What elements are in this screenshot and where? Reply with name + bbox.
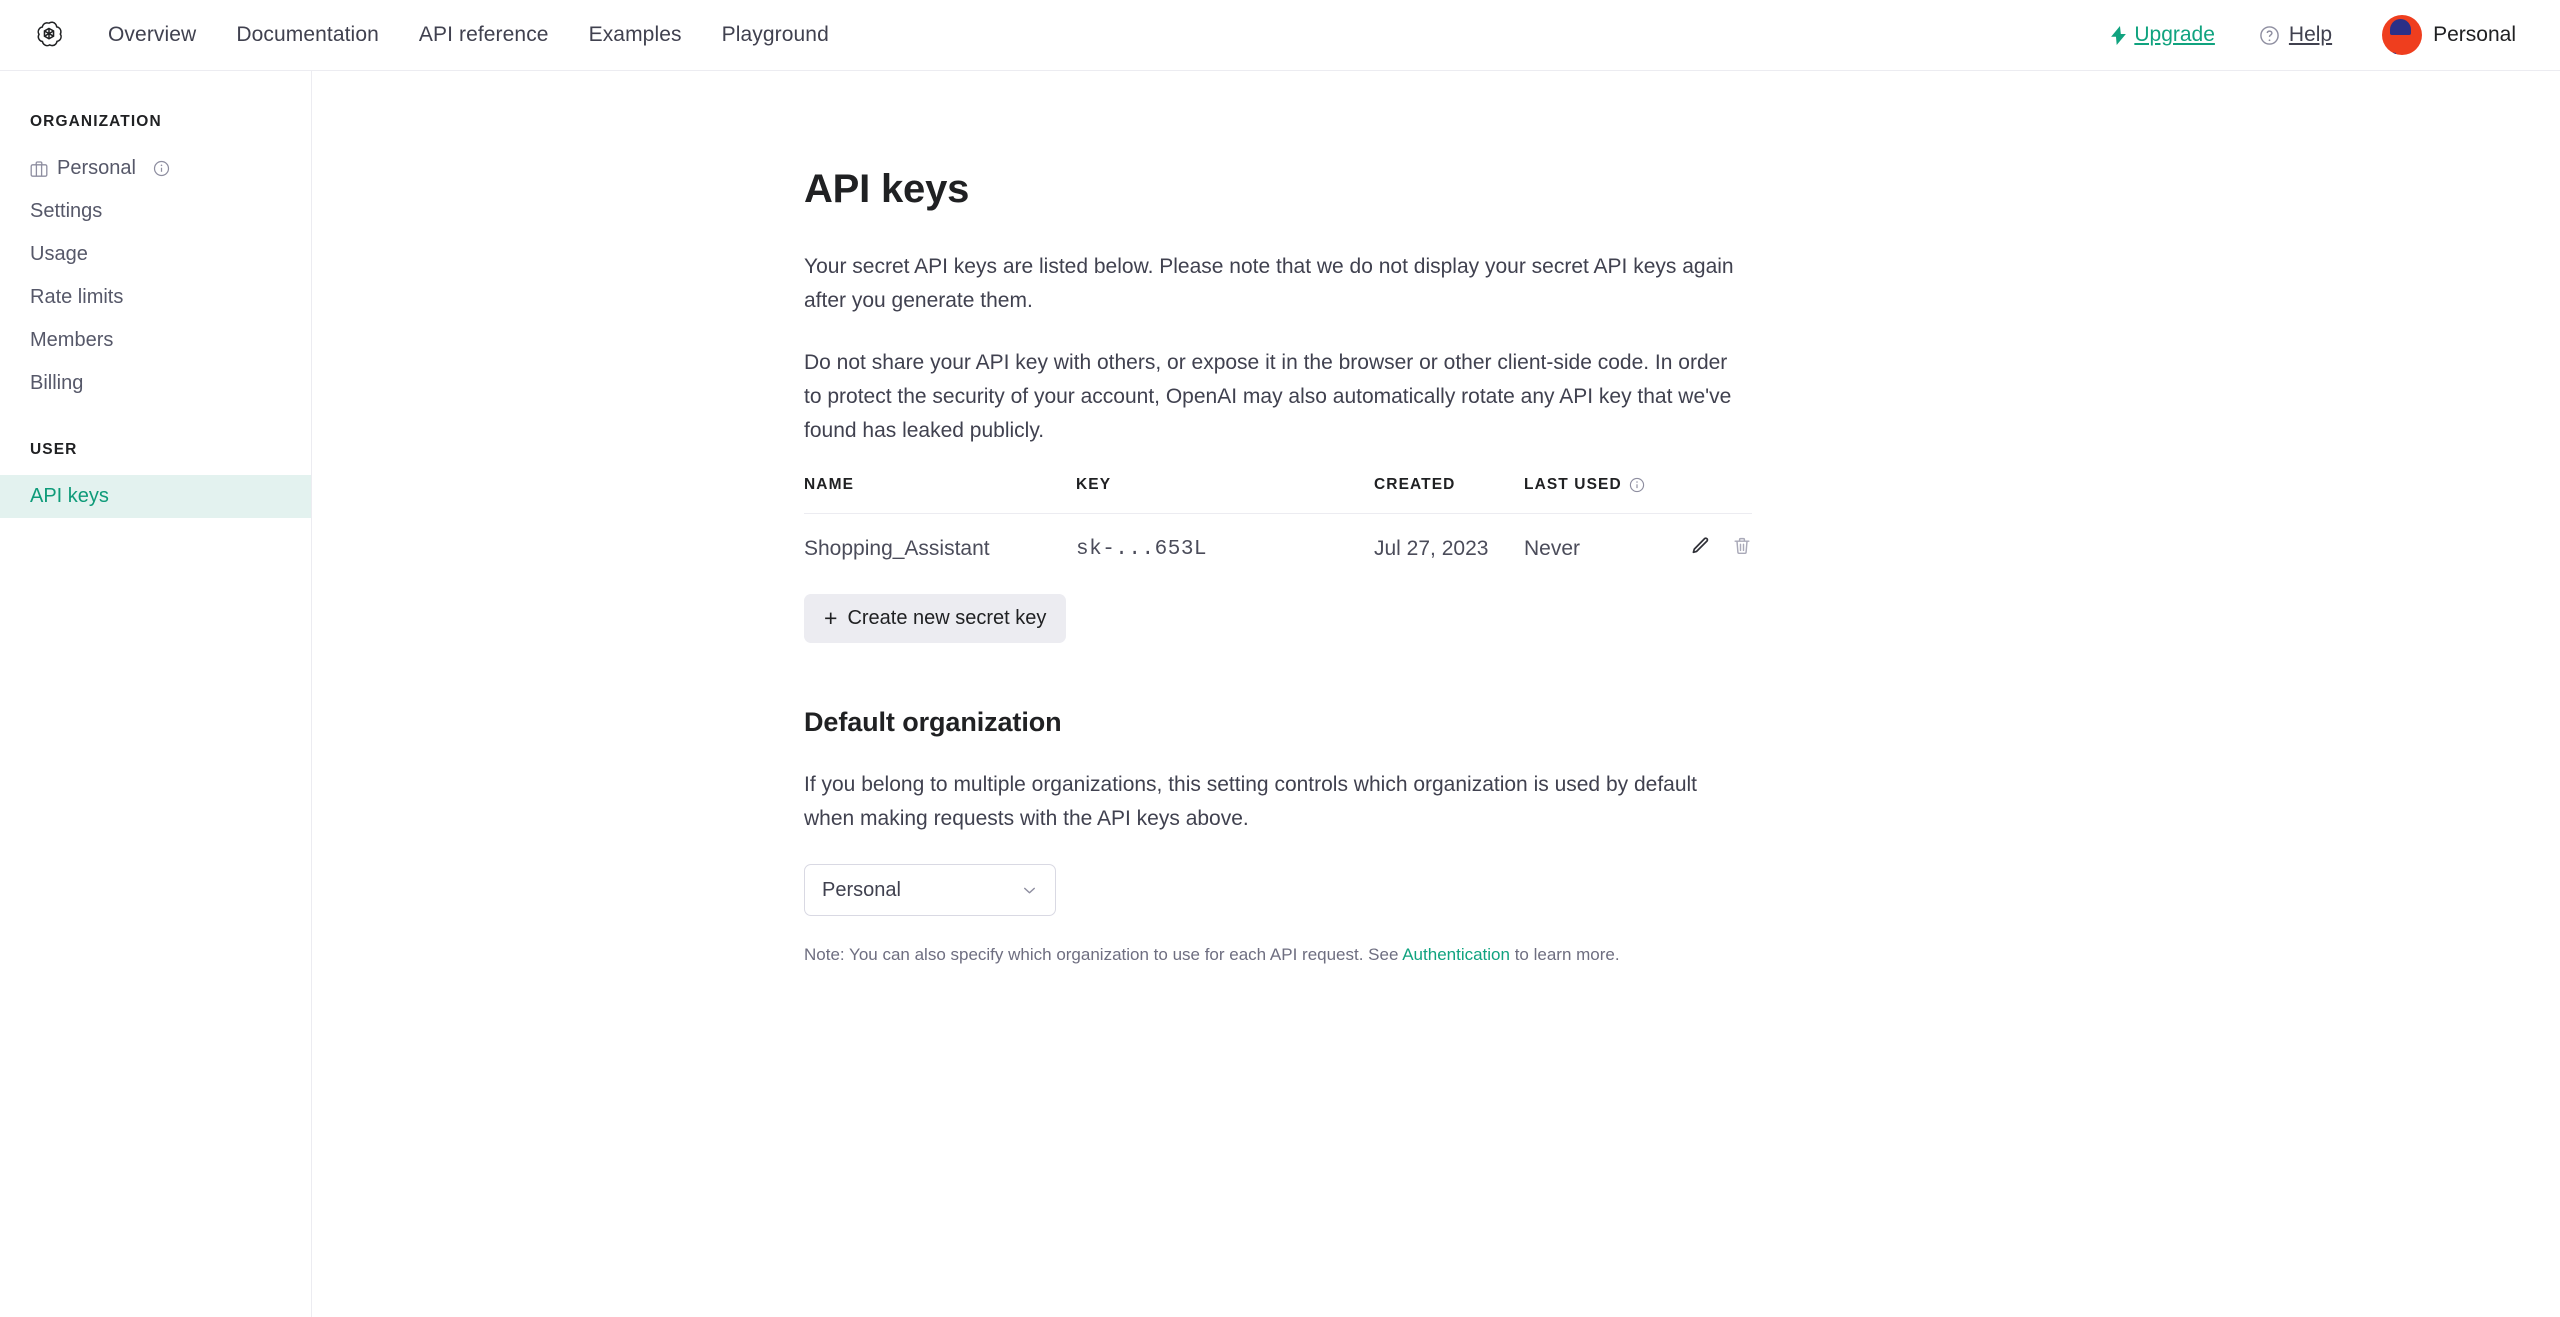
intro-paragraph-2: Do not share your API key with others, o… — [804, 351, 1732, 443]
column-header-last-used-label: LAST USED — [1524, 476, 1622, 494]
nav-link-playground[interactable]: Playground — [702, 15, 849, 55]
nav-link-examples[interactable]: Examples — [569, 15, 702, 55]
info-circle-icon[interactable] — [1629, 477, 1645, 493]
sidebar-item-api-keys[interactable]: API keys — [0, 475, 311, 518]
info-circle-icon[interactable] — [153, 160, 170, 177]
default-organization-select[interactable]: Personal — [804, 864, 1056, 917]
trash-icon[interactable] — [1732, 536, 1752, 556]
avatar — [2382, 15, 2423, 55]
sidebar: ORGANIZATION Personal Settings Usage Rat… — [0, 71, 312, 1317]
sidebar-item-label: Settings — [30, 200, 103, 222]
cell-key-actions — [1672, 514, 1752, 583]
table-header: NAME KEY CREATED LAST USED — [804, 476, 1752, 515]
sidebar-item-members[interactable]: Members — [0, 319, 311, 362]
page-shell: ORGANIZATION Personal Settings Usage Rat… — [0, 71, 2560, 1317]
create-new-secret-key-button[interactable]: + Create new secret key — [804, 594, 1067, 644]
chevron-down-icon — [1020, 881, 1039, 900]
pencil-icon[interactable] — [1690, 536, 1710, 556]
sidebar-item-rate-limits[interactable]: Rate limits — [0, 276, 311, 319]
column-header-actions — [1672, 476, 1752, 515]
sidebar-item-label: Members — [30, 329, 114, 351]
cell-key-last-used: Never — [1524, 537, 1581, 561]
nav-link-api-reference[interactable]: API reference — [399, 15, 569, 55]
default-organization-note: Note: You can also specify which organiz… — [804, 942, 1752, 968]
top-navigation-bar: Overview Documentation API reference Exa… — [0, 0, 2560, 71]
cell-key-created: Jul 27, 2023 — [1374, 537, 1489, 561]
table-row: Shopping_Assistant sk-...653L Jul 27, 20… — [804, 514, 1752, 583]
primary-nav-links: Overview Documentation API reference Exa… — [88, 15, 849, 55]
plus-icon: + — [824, 605, 838, 632]
main-content: API keys Your secret API keys are listed… — [312, 71, 2560, 1317]
sidebar-item-label: Personal — [57, 157, 136, 179]
sidebar-item-billing[interactable]: Billing — [0, 362, 311, 405]
sidebar-item-settings[interactable]: Settings — [0, 190, 311, 233]
page-title: API keys — [804, 167, 970, 211]
openai-logo-icon[interactable] — [32, 18, 66, 52]
column-header-name: NAME — [804, 476, 1076, 515]
account-menu-button[interactable]: Personal — [2366, 7, 2526, 63]
nav-right-group: Upgrade Help Personal — [2094, 7, 2526, 63]
column-header-key: KEY — [1076, 476, 1374, 515]
create-new-secret-key-label: Create new secret key — [847, 607, 1047, 630]
cell-key-name: Shopping_Assistant — [804, 537, 990, 561]
default-organization-description: If you belong to multiple organizations,… — [804, 773, 1698, 831]
sidebar-item-label: Billing — [30, 372, 84, 394]
cell-key-value: sk-...653L — [1076, 537, 1208, 561]
sidebar-section-organization: ORGANIZATION — [30, 113, 162, 130]
upgrade-button[interactable]: Upgrade — [2094, 15, 2231, 55]
nav-link-overview[interactable]: Overview — [88, 15, 216, 55]
sidebar-item-label: Usage — [30, 243, 88, 265]
authentication-link[interactable]: Authentication — [1402, 945, 1510, 964]
note-prefix: Note: You can also specify which organiz… — [804, 945, 1403, 965]
question-circle-icon — [2259, 25, 2280, 46]
help-label: Help — [2288, 23, 2333, 46]
intro-paragraph-1: Your secret API keys are listed below. P… — [804, 255, 1734, 313]
nav-link-documentation[interactable]: Documentation — [216, 15, 399, 55]
note-suffix: to learn more. — [1509, 945, 1620, 965]
briefcase-icon — [30, 160, 48, 178]
column-header-last-used: LAST USED — [1524, 476, 1672, 515]
sidebar-item-personal[interactable]: Personal — [0, 147, 311, 190]
sidebar-item-label: API keys — [30, 485, 109, 507]
column-header-created: CREATED — [1374, 476, 1524, 515]
sidebar-item-usage[interactable]: Usage — [0, 233, 311, 276]
upgrade-label: Upgrade — [2134, 23, 2215, 46]
sidebar-item-label: Rate limits — [30, 286, 124, 308]
table-header-row: NAME KEY CREATED LAST USED — [804, 476, 1752, 515]
table-body: Shopping_Assistant sk-...653L Jul 27, 20… — [804, 514, 1752, 583]
default-organization-title: Default organization — [804, 707, 1062, 738]
account-name: Personal — [2433, 23, 2516, 46]
help-button[interactable]: Help — [2243, 15, 2348, 55]
default-organization-select-value: Personal — [822, 878, 901, 901]
lightning-bolt-icon — [2110, 25, 2127, 45]
sidebar-section-user: USER — [30, 441, 78, 458]
content-column: API keys Your secret API keys are listed… — [804, 167, 1752, 968]
api-keys-table: NAME KEY CREATED LAST USED Shopping_Assi… — [804, 476, 1752, 582]
